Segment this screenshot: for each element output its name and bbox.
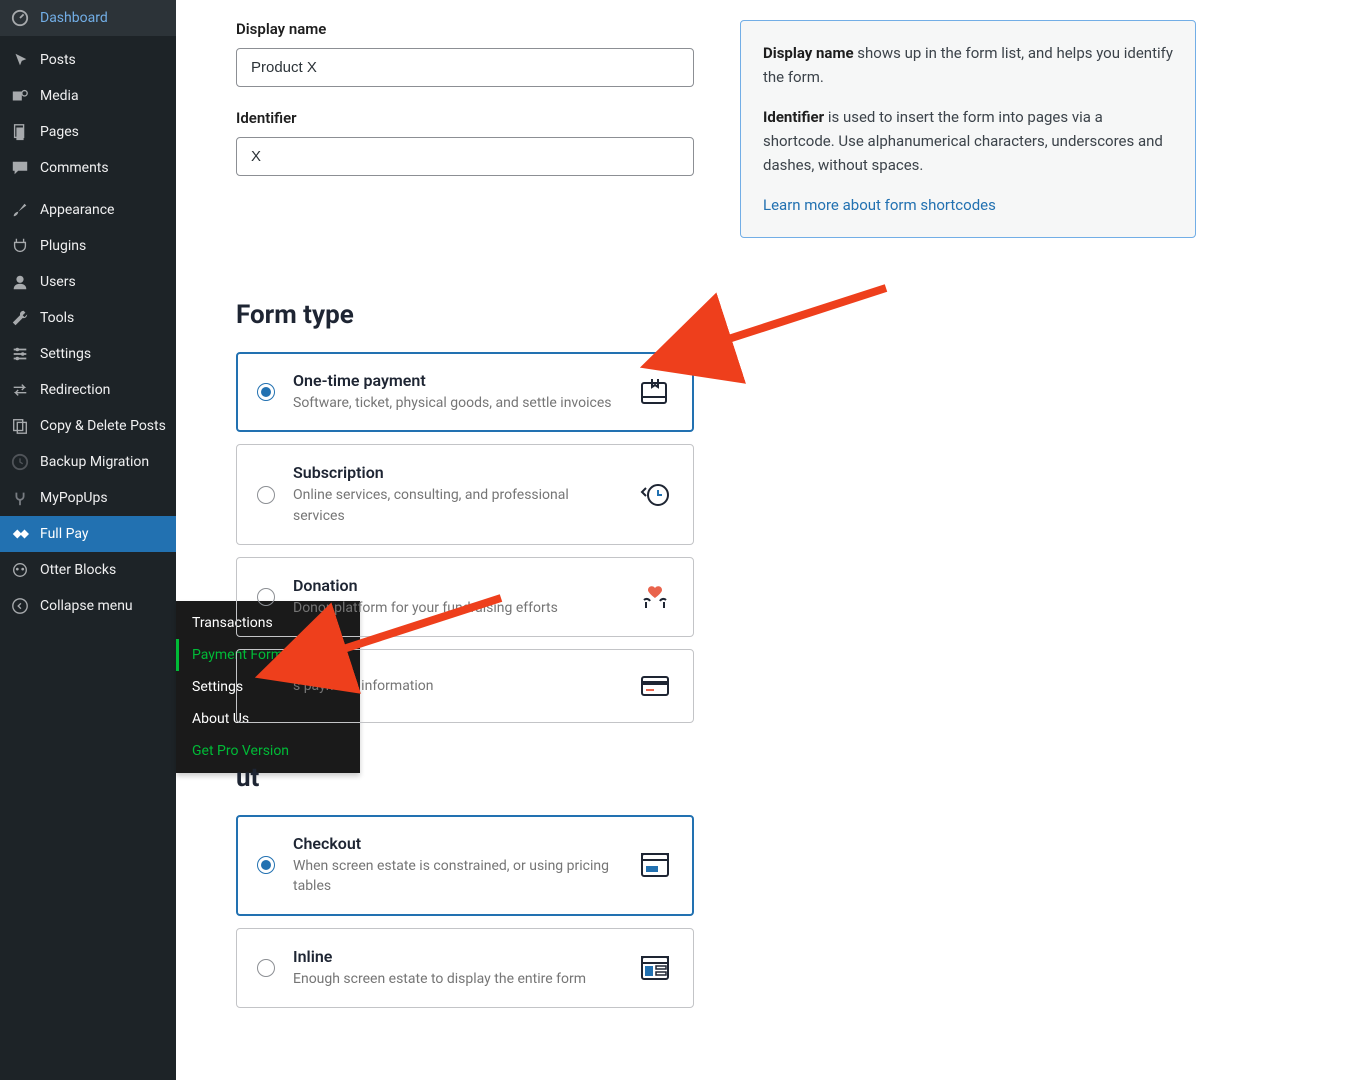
option-inline[interactable]: Inline Enough screen estate to display t… [236,928,694,1008]
brush-icon [10,200,30,220]
sidebar-item-copy-delete[interactable]: Copy & Delete Posts [0,408,176,444]
sidebar-item-pages[interactable]: Pages [0,114,176,150]
option-donation[interactable]: Donation Donor platform for your fundrai… [236,557,694,637]
option-subscription[interactable]: Subscription Online services, consulting… [236,444,694,545]
sidebar-item-label: Posts [40,51,166,69]
option-title: One-time payment [293,371,619,390]
option-desc-fragment: s payment information [293,676,619,696]
option-payment-info[interactable]: s payment information [236,649,694,723]
radio-icon [257,856,275,874]
sidebar-item-appearance[interactable]: Appearance [0,192,176,228]
option-title: Checkout [293,834,619,853]
info-link[interactable]: Learn more about form shortcodes [763,196,996,214]
pin-icon [10,50,30,70]
option-onetime[interactable]: One-time payment Software, ticket, physi… [236,352,694,432]
heart-hands-icon [637,579,673,615]
sidebar-item-label: Settings [40,345,166,363]
sidebar-item-label: Dashboard [40,9,166,27]
sidebar-item-label: Collapse menu [40,597,166,615]
option-desc: Donor platform for your fundraising effo… [293,598,619,618]
option-title: Donation [293,576,619,595]
book-icon [637,374,673,410]
radio-icon [257,588,275,606]
sidebar-item-label: Redirection [40,381,166,399]
collapse-icon [10,596,30,616]
sidebar-item-label: Appearance [40,201,166,219]
identifier-input[interactable] [236,137,694,176]
radio-icon [257,486,275,504]
sidebar-item-plugins[interactable]: Plugins [0,228,176,264]
sidebar-item-label: Full Pay [40,525,166,543]
backup-icon [10,452,30,472]
option-desc: Enough screen estate to display the enti… [293,969,619,989]
sidebar-item-settings[interactable]: Settings [0,336,176,372]
wrench-icon [10,308,30,328]
sidebar-item-users[interactable]: Users [0,264,176,300]
option-title: Inline [293,947,619,966]
option-desc: Online services, consulting, and profess… [293,485,619,526]
sidebar-item-label: Tools [40,309,166,327]
main-content: Display name Identifier Display name sho… [176,0,1363,1080]
sliders-icon [10,344,30,364]
pages-icon [10,122,30,142]
admin-sidebar: Dashboard Posts Media Pages Comments App… [0,0,176,1080]
option-checkout[interactable]: Checkout When screen estate is constrain… [236,815,694,916]
redirect-icon [10,380,30,400]
card-icon [637,668,673,704]
plug-icon [10,236,30,256]
sidebar-item-collapse[interactable]: Collapse menu [0,588,176,624]
sidebar-item-redirection[interactable]: Redirection [0,372,176,408]
copy-icon [10,416,30,436]
sidebar-item-otter[interactable]: Otter Blocks [0,552,176,588]
display-name-label: Display name [236,20,694,38]
window-icon [637,847,673,883]
comments-icon [10,158,30,178]
user-icon [10,272,30,292]
dashboard-icon [10,8,30,28]
info-identifier-strong: Identifier [763,108,824,126]
info-display-name-strong: Display name [763,44,854,62]
option-desc: When screen estate is constrained, or us… [293,856,619,897]
sidebar-item-label: MyPopUps [40,489,166,507]
layout-title-fragment: ut [236,763,1303,793]
sidebar-item-dashboard[interactable]: Dashboard [0,0,176,36]
layout-icon [637,950,673,986]
option-desc: Software, ticket, physical goods, and se… [293,393,619,413]
sidebar-item-label: Users [40,273,166,291]
sidebar-item-posts[interactable]: Posts [0,42,176,78]
fullpay-icon [10,524,30,544]
sidebar-item-label: Otter Blocks [40,561,166,579]
sidebar-item-comments[interactable]: Comments [0,150,176,186]
otter-icon [10,560,30,580]
radio-icon [257,959,275,977]
display-name-input[interactable] [236,48,694,87]
form-type-title: Form type [236,300,1303,330]
sidebar-item-backup[interactable]: Backup Migration [0,444,176,480]
sidebar-item-media[interactable]: Media [0,78,176,114]
info-panel: Display name shows up in the form list, … [740,20,1196,238]
option-title: Subscription [293,463,619,482]
sidebar-item-label: Copy & Delete Posts [40,417,166,435]
sidebar-item-mypopups[interactable]: MyPopUps [0,480,176,516]
sidebar-item-label: Media [40,87,166,105]
identifier-label: Identifier [236,109,694,127]
radio-icon [257,383,275,401]
sidebar-item-label: Comments [40,159,166,177]
sidebar-item-tools[interactable]: Tools [0,300,176,336]
sidebar-item-label: Backup Migration [40,453,166,471]
media-icon [10,86,30,106]
clock-icon [637,477,673,513]
popup-icon [10,488,30,508]
sidebar-item-fullpay[interactable]: Full Pay [0,516,176,552]
sidebar-item-label: Plugins [40,237,166,255]
sidebar-item-label: Pages [40,123,166,141]
